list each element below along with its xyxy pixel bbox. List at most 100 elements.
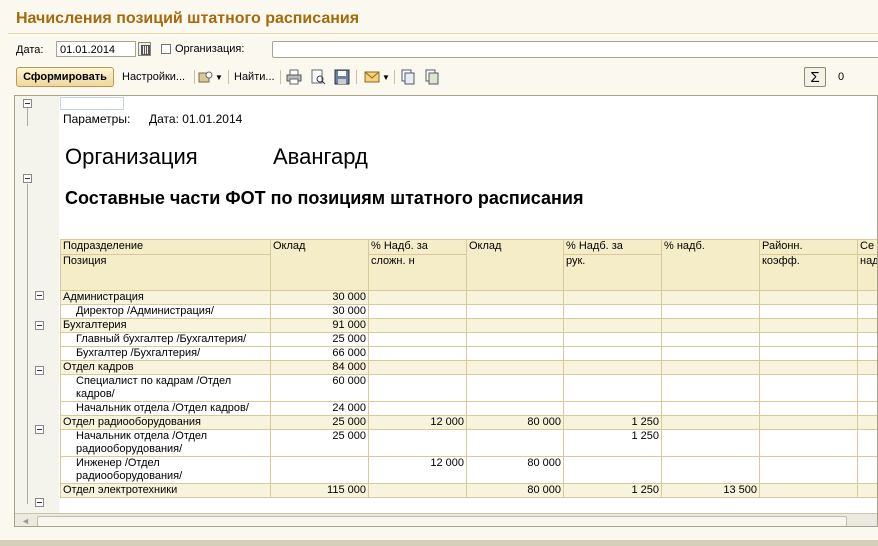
toolbar-separator xyxy=(394,70,395,84)
table-row[interactable]: Директор /Администрация/30 000 xyxy=(60,304,877,319)
print-icon[interactable] xyxy=(286,69,302,85)
cell-value: 80 000 xyxy=(466,483,564,498)
chevron-down-icon[interactable]: ▼ xyxy=(215,73,223,82)
toolbar-separator xyxy=(228,70,229,84)
cell-value xyxy=(759,290,858,305)
save-icon[interactable] xyxy=(334,69,350,85)
cell-value xyxy=(857,318,877,333)
group-row[interactable]: Бухгалтерия 91 000 xyxy=(60,318,877,333)
variants-icon[interactable] xyxy=(198,69,214,85)
header-cell: рук. xyxy=(563,254,662,291)
cell-value xyxy=(466,318,564,333)
cell-value xyxy=(563,332,662,347)
row-label: Директор /Администрация/ xyxy=(60,304,271,319)
window-title: Начисления позиций штатного расписания xyxy=(16,10,360,27)
report-table: Подразделение Оклад % Надб. за Оклад % Н… xyxy=(60,239,877,498)
collapse-icon[interactable] xyxy=(35,291,44,300)
chevron-down-icon[interactable]: ▼ xyxy=(382,73,390,82)
row-label: Инженер /Отдел радиооборудования/ xyxy=(60,456,271,484)
cell-value xyxy=(368,318,467,333)
collapse-icon[interactable] xyxy=(23,174,32,183)
scroll-left-icon[interactable]: ◄ xyxy=(21,516,30,526)
cell-value xyxy=(759,374,858,402)
cell-value xyxy=(661,318,760,333)
cell-value: 12 000 xyxy=(368,415,467,430)
cell-value xyxy=(368,346,467,361)
cell-value xyxy=(563,290,662,305)
cell-value: 13 500 xyxy=(661,483,760,498)
organization-name: Авангард xyxy=(273,144,368,169)
cell-value xyxy=(857,483,877,498)
cell-value xyxy=(368,290,467,305)
collapse-icon[interactable] xyxy=(35,366,44,375)
collapse-icon[interactable] xyxy=(35,425,44,434)
cell-value xyxy=(368,360,467,375)
table-row[interactable]: Главный бухгалтер /Бухгалтерия/25 000 xyxy=(60,332,877,347)
scrollbar-thumb[interactable] xyxy=(37,516,847,526)
toolbar-separator xyxy=(356,70,357,84)
table-row[interactable]: Начальник отдела /Отдел радиооборудовани… xyxy=(60,429,877,457)
cell-value xyxy=(759,304,858,319)
cell-value: 80 000 xyxy=(466,415,564,430)
find-button[interactable]: Найти... xyxy=(234,71,275,83)
cell-value xyxy=(368,374,467,402)
cell-value: 25 000 xyxy=(270,429,369,457)
cell-value xyxy=(759,456,858,484)
date-input[interactable]: 01.01.2014 xyxy=(56,41,136,57)
cell-value xyxy=(563,360,662,375)
cell-value: 25 000 xyxy=(270,415,369,430)
cell-value xyxy=(368,304,467,319)
cell-value xyxy=(661,401,760,416)
expand-groups-icon[interactable] xyxy=(400,69,416,85)
header-cell: над xyxy=(857,254,877,291)
cell-value xyxy=(759,346,858,361)
row-label: Бухгалтерия xyxy=(60,318,271,333)
collapse-icon[interactable] xyxy=(35,498,44,507)
cell-value: 91 000 xyxy=(270,318,369,333)
cell-value xyxy=(857,429,877,457)
cell-value xyxy=(661,290,760,305)
cell-value xyxy=(368,429,467,457)
organization-input[interactable] xyxy=(272,41,878,58)
cell-value: 1 250 xyxy=(563,429,662,457)
group-line xyxy=(27,184,28,504)
cell-value xyxy=(466,304,564,319)
table-row[interactable]: Бухгалтер /Бухгалтерия/66 000 xyxy=(60,346,877,361)
table-row[interactable]: Инженер /Отдел радиооборудования/12 000 8… xyxy=(60,456,877,484)
group-row[interactable]: Администрация 30 000 xyxy=(60,290,877,305)
collapse-groups-icon[interactable] xyxy=(424,69,440,85)
cell-value xyxy=(661,415,760,430)
cell-value xyxy=(466,290,564,305)
row-label: Отдел радиооборудования xyxy=(60,415,271,430)
sum-button[interactable]: Σ xyxy=(804,67,826,87)
cell-value xyxy=(563,374,662,402)
mail-icon[interactable] xyxy=(364,69,380,85)
group-row[interactable]: Отдел электротехники 115 000 80 000 1 250 13… xyxy=(60,483,877,498)
settings-button[interactable]: Настройки... xyxy=(122,71,185,83)
cell-value xyxy=(563,318,662,333)
table-row[interactable]: Специалист по кадрам /Отдел кадров/60 00… xyxy=(60,374,877,402)
header-cell: % Надб. за xyxy=(368,239,467,255)
report-parameters: Параметры: Дата: 01.01.2014 xyxy=(63,112,242,126)
selected-cell[interactable] xyxy=(60,97,124,110)
preview-icon[interactable] xyxy=(310,69,326,85)
table-header-row: Подразделение Оклад % Надб. за Оклад % Н… xyxy=(60,239,877,291)
cell-value: 25 000 xyxy=(270,332,369,347)
cell-value: 24 000 xyxy=(270,401,369,416)
group-row[interactable]: Отдел кадров 84 000 xyxy=(60,360,877,375)
organization-checkbox[interactable] xyxy=(161,44,171,54)
report-area[interactable]: Параметры: Дата: 01.01.2014 Организация … xyxy=(14,95,878,527)
collapse-icon[interactable] xyxy=(35,321,44,330)
cell-value: 30 000 xyxy=(270,304,369,319)
table-row[interactable]: Начальник отдела /Отдел кадров/24 000 xyxy=(60,401,877,416)
horizontal-scrollbar[interactable]: ◄ xyxy=(15,513,877,526)
calendar-icon[interactable] xyxy=(138,42,151,56)
generate-button[interactable]: Сформировать xyxy=(16,67,114,87)
cell-value xyxy=(563,401,662,416)
cell-value xyxy=(661,429,760,457)
report-title: Составные части ФОТ по позициям штатного… xyxy=(65,188,584,208)
group-row[interactable]: Отдел радиооборудования 25 000 12 000 80 00… xyxy=(60,415,877,430)
row-label: Начальник отдела /Отдел радиооборудовани… xyxy=(60,429,271,457)
collapse-icon[interactable] xyxy=(23,99,32,108)
row-label: Бухгалтер /Бухгалтерия/ xyxy=(60,346,271,361)
